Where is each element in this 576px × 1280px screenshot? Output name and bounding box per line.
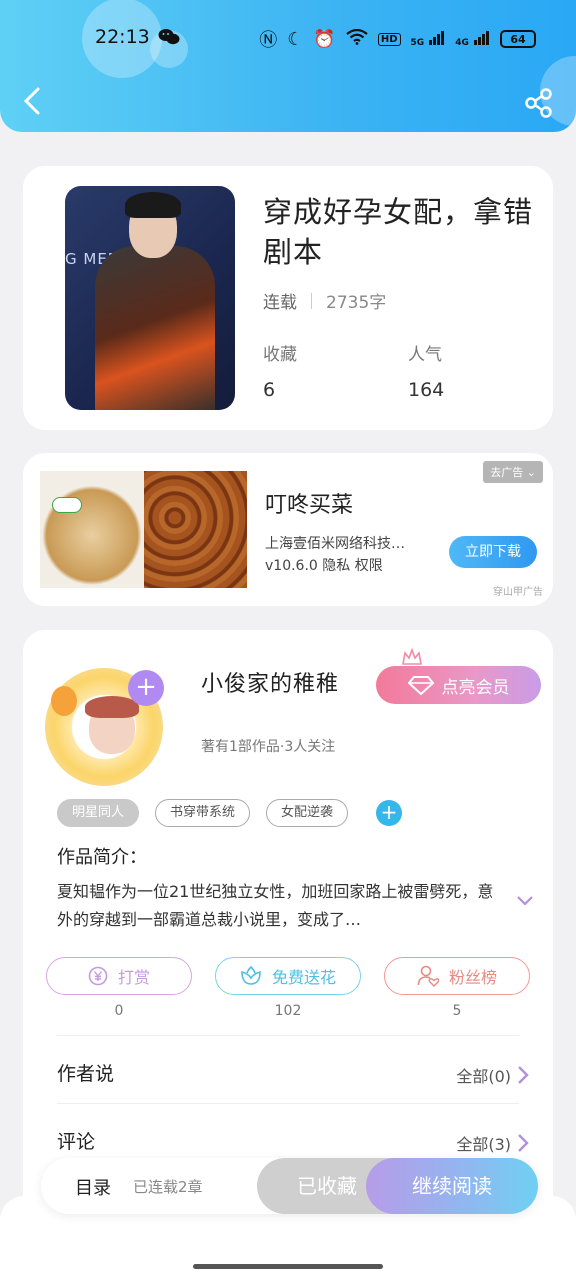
favorites-label: 收藏 [263, 345, 297, 365]
share-button[interactable] [524, 88, 554, 118]
alarm-icon: ⏰ [313, 28, 336, 50]
cover-figure [95, 246, 215, 410]
ad-image-peanuts-bowl [40, 471, 144, 588]
book-title: 穿成好孕女配，拿错剧本 [263, 195, 534, 269]
hd-badge: HD [377, 32, 401, 46]
user-heart-icon [417, 965, 439, 987]
remove-ad-button[interactable]: 去广告 ⌄ [483, 461, 543, 483]
book-meta: 连载 2735字 [263, 288, 386, 313]
chevron-down-icon[interactable] [515, 894, 535, 908]
author-says-heading: 作者说 [57, 1063, 115, 1085]
intro-text[interactable]: 夏知韫作为一位21世纪独立女性，加班回家路上被雷劈死，意外的穿越到一部霸道总裁小… [57, 878, 497, 934]
signal-5g-icon: 5G [411, 30, 446, 49]
avatar-frame-moon [51, 686, 77, 716]
ad-card[interactable]: 叮咚买菜 上海壹佰米网络科技… v10.6.0 隐私 权限 去广告 ⌄ 立即下载… [23, 453, 553, 606]
status-bar: 22:13 Ⓝ ☾ ⏰ HD 5G 4G 64 [0, 22, 576, 56]
fans-ranking-label: 粉丝榜 [448, 968, 497, 987]
comments-heading: 评论 [57, 1131, 96, 1153]
tag-list: 明星同人 书穿带系统 女配逆袭 + [57, 799, 403, 827]
ad-title: 叮咚买菜 [265, 493, 354, 518]
favorites-stat: 收藏 6 [263, 340, 297, 401]
flower-count: 102 [274, 1003, 302, 1019]
continue-reading-button[interactable]: 继续阅读 [366, 1158, 538, 1214]
nfc-icon: Ⓝ [259, 30, 278, 51]
reward-label: 打赏 [117, 968, 150, 987]
comments-all-label: 全部(3) [456, 1135, 511, 1154]
flower-icon [241, 966, 261, 985]
fans-count: 5 [452, 1003, 462, 1019]
divider [57, 1103, 519, 1104]
ad-company: 上海壹佰米网络科技… [265, 536, 405, 552]
author-card: + 小俊家的稚稚 著有1部作品·3人关注 点亮会员 明星同人 书穿带系统 女配逆… [23, 630, 553, 1230]
send-flower-button[interactable]: 免费送花 [215, 957, 361, 995]
tag-item[interactable]: 书穿带系统 [155, 799, 251, 827]
book-status: 连载 [263, 293, 297, 313]
popularity-label: 人气 [408, 345, 442, 365]
ad-image-logo [52, 497, 82, 513]
plus-icon: + [135, 672, 157, 702]
action-buttons: 打赏 0 免费送花 102 粉丝榜 5 [46, 957, 530, 1019]
yen-coin-icon [88, 966, 108, 986]
vip-label: 点亮会员 [441, 677, 510, 698]
reward-button[interactable]: 打赏 [46, 957, 192, 995]
book-info-card: G MEDIA 穿成好孕女配，拿错剧本 连载 2735字 收藏 6 人气 164 [23, 166, 553, 430]
author-says-all-link[interactable]: 全部(0) [456, 1063, 529, 1087]
ad-source-label: 穿山甲广告 [493, 587, 543, 598]
intro-heading: 作品简介： [57, 847, 147, 868]
popularity-stat: 人气 164 [408, 340, 444, 401]
diamond-icon [407, 676, 434, 695]
toc-button[interactable]: 目录 [75, 1174, 111, 1200]
cover-figure-hair [125, 192, 181, 218]
ad-image-peanuts-closeup [144, 471, 247, 588]
chapter-count: 已连载2章 [133, 1178, 203, 1196]
activate-vip-button[interactable]: 点亮会员 [376, 666, 541, 704]
book-cover[interactable]: G MEDIA [65, 186, 235, 410]
ad-version-info[interactable]: v10.6.0 隐私 权限 [265, 555, 383, 575]
tag-item[interactable]: 明星同人 [57, 799, 140, 827]
divider [57, 1035, 519, 1036]
top-header: 22:13 Ⓝ ☾ ⏰ HD 5G 4G 64 [0, 0, 576, 132]
popularity-count: 164 [408, 379, 445, 401]
battery-icon: 64 [500, 30, 536, 48]
chevron-left-icon [23, 87, 40, 115]
signal-4g-icon: 4G [455, 30, 490, 49]
wechat-icon [158, 28, 180, 50]
ad-image[interactable] [40, 471, 247, 588]
ad-download-button[interactable]: 立即下载 [449, 536, 537, 568]
add-tag-button[interactable]: + [376, 800, 403, 826]
home-indicator[interactable] [193, 1264, 383, 1269]
author-stats: 著有1部作品·3人关注 [201, 739, 336, 755]
comments-all-link[interactable]: 全部(3) [456, 1131, 529, 1155]
meta-divider [311, 292, 312, 309]
author-name[interactable]: 小俊家的稚稚 [201, 666, 339, 698]
back-button[interactable] [20, 86, 44, 116]
fans-ranking-button[interactable]: 粉丝榜 [384, 957, 530, 995]
follow-author-button[interactable]: + [128, 670, 164, 706]
crown-icon [402, 648, 422, 665]
tag-item[interactable]: 女配逆袭 [266, 799, 349, 827]
reward-count: 0 [114, 1003, 124, 1019]
reward-action: 打赏 0 [46, 957, 192, 1019]
bottom-action-bar: 目录 已连载2章 已收藏 继续阅读 [41, 1158, 538, 1214]
fans-action: 粉丝榜 5 [384, 957, 530, 1019]
flower-action: 免费送花 102 [215, 957, 361, 1019]
avatar-hair [85, 696, 139, 718]
status-icons: Ⓝ ☾ ⏰ HD 5G 4G 64 [259, 26, 536, 52]
chevron-right-icon [518, 1066, 529, 1084]
favorites-count: 6 [263, 379, 276, 401]
author-says-all-label: 全部(0) [456, 1067, 511, 1086]
share-icon [525, 88, 552, 118]
moon-icon: ☾ [287, 28, 304, 50]
chevron-right-icon [518, 1134, 529, 1152]
book-word-count: 2735字 [326, 293, 387, 313]
wifi-icon [346, 28, 368, 50]
send-flower-label: 免费送花 [271, 968, 336, 987]
status-time: 22:13 [95, 26, 150, 48]
